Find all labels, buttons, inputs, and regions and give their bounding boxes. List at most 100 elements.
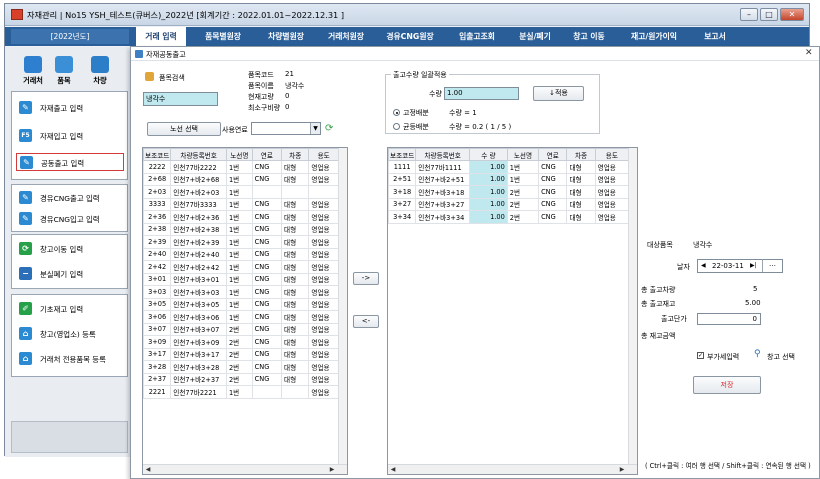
date-picker[interactable]: ◀ 22-03-11 ▶| …: [697, 259, 783, 273]
menu-loss-disposal[interactable]: 분실/폐기: [511, 27, 559, 46]
menu-reports[interactable]: 보고서: [695, 27, 735, 46]
bulk-qty-input[interactable]: 1.00: [444, 87, 519, 100]
menu-vehicle-ledger[interactable]: 차량별원장: [257, 27, 315, 46]
table-row[interactable]: 2+36 인천7+바2+36 1번 CNG 대형 영업용: [143, 210, 339, 224]
table-row[interactable]: 3+05 인천7+바3+05 1번 CNG 대형 영업용: [143, 297, 339, 311]
column-header[interactable]: 보조코드: [388, 148, 417, 161]
table-row[interactable]: 2+68 인천7+바2+68 1번 CNG 대형 영업용: [143, 172, 339, 186]
column-header[interactable]: 수 량: [469, 148, 508, 161]
refresh-icon[interactable]: ⟳: [325, 123, 333, 134]
move-right-button[interactable]: ->: [353, 272, 379, 285]
menu-cng-ledger[interactable]: 경유CNG원장: [377, 27, 443, 46]
table-cell[interactable]: 1.00: [469, 185, 508, 199]
table-row[interactable]: 3+09 인천7+바3+09 2번 CNG 대형 영업용: [143, 335, 339, 349]
vehicle-icon[interactable]: [91, 56, 109, 73]
horizontal-scrollbar[interactable]: ◀ ▶: [143, 464, 347, 474]
radio-fixed[interactable]: [393, 109, 400, 116]
table-row[interactable]: 3+28 인천7+바3+28 2번 CNG 대형 영업용: [143, 360, 339, 374]
nav-item-joint-out[interactable]: ✎ 공동출고 입력: [16, 153, 124, 171]
table-row[interactable]: 3+34 인천7+바3+34 1.00 2번 CNG 대형 영업용: [388, 210, 630, 224]
table-row[interactable]: 2+38 인천7+바2+38 1번 CNG 대형 영업용: [143, 222, 339, 236]
scroll-left-icon[interactable]: ◀: [388, 465, 398, 474]
vertical-scrollbar[interactable]: [338, 148, 347, 464]
column-header[interactable]: 차종: [281, 148, 310, 161]
nav-item-warehouse-register[interactable]: ⌂ 창고(영업소) 등록: [16, 325, 124, 343]
nav-item-client-items[interactable]: ⌂ 거래처 전용품목 등록: [16, 350, 124, 368]
vat-checkbox[interactable]: ✓: [697, 352, 704, 359]
route-select-button[interactable]: 노선 선택: [147, 122, 221, 136]
move-left-button[interactable]: <-: [353, 315, 379, 328]
table-row[interactable]: 3+07 인천7+바3+07 2번 CNG 대형 영업용: [143, 322, 339, 336]
table-row[interactable]: 3333 인천77바3333 1번 CNG 대형 영업용: [143, 197, 339, 211]
date-more-button[interactable]: …: [762, 259, 782, 272]
save-button[interactable]: 저장: [693, 376, 761, 394]
item-icon[interactable]: [55, 56, 73, 73]
table-row[interactable]: 2222 인천77바2222 1번 CNG 대형 영업용: [143, 160, 339, 174]
column-header[interactable]: 차종: [566, 148, 596, 161]
date-next-icon[interactable]: ▶|: [750, 261, 757, 271]
nav-item-warehouse-move[interactable]: ⟳ 창고이동 입력: [16, 240, 124, 258]
column-header[interactable]: 연료: [251, 148, 283, 161]
menu-trade-input[interactable]: 거래 입력: [136, 27, 186, 46]
menu-client-ledger[interactable]: 거래처원장: [317, 27, 375, 46]
nav-item-material-out[interactable]: ✎ 자재출고 입력: [16, 99, 124, 117]
nav-item-cng-out[interactable]: ✎ 경유CNG출고 입력: [16, 189, 124, 207]
table-row[interactable]: 3+01 인천7+바3+01 1번 CNG 대형 영업용: [143, 272, 339, 286]
menu-warehouse-move[interactable]: 창고 이동: [565, 27, 613, 46]
table-row[interactable]: 3+06 인천7+바3+06 1번 CNG 대형 영업용: [143, 310, 339, 324]
menu-item-ledger[interactable]: 품목별원장: [193, 27, 253, 46]
nav-item-base-stock[interactable]: ✐ 기초재고 입력: [16, 300, 124, 318]
date-prev-icon[interactable]: ◀: [701, 261, 706, 271]
vehicle-grid[interactable]: 보조코드 차량등록번호 노선명 연료 차종 용도 2222 인천77바2222 1번 CNG 대형…: [142, 147, 348, 475]
apply-button[interactable]: ↓적용: [533, 86, 584, 101]
column-header[interactable]: 노선명: [506, 148, 540, 161]
column-header[interactable]: 연료: [538, 148, 568, 161]
scroll-right-icon[interactable]: ▶: [327, 465, 337, 474]
menu-inout-query[interactable]: 입출고조회: [447, 27, 507, 46]
table-row[interactable]: 3+17 인천7+바3+17 2번 CNG 대형 영업용: [143, 347, 339, 361]
column-header[interactable]: 용도: [308, 148, 339, 161]
table-row[interactable]: 2+37 인천7+바2+37 2번 CNG 대형 영업용: [143, 372, 339, 386]
table-row[interactable]: 2+51 인천7+바2+51 1.00 1번 CNG 대형 영업용: [388, 172, 630, 186]
column-header[interactable]: 노선명: [225, 148, 253, 161]
warehouse-select-label[interactable]: 창고 선택: [767, 352, 795, 362]
nav-item-loss[interactable]: − 분실폐기 입력: [16, 265, 124, 283]
table-row[interactable]: 2+39 인천7+바2+39 1번 CNG 대형 영업용: [143, 235, 339, 249]
warehouse-search-icon[interactable]: ⚲: [754, 349, 761, 359]
radio-equal[interactable]: [393, 123, 400, 130]
chevron-down-icon[interactable]: ▼: [310, 123, 320, 134]
usage-select[interactable]: ▼: [251, 122, 321, 135]
table-cell[interactable]: 1.00: [469, 172, 508, 186]
client-icon[interactable]: [24, 56, 42, 73]
scroll-left-icon[interactable]: ◀: [143, 465, 153, 474]
table-cell[interactable]: 1.00: [469, 160, 508, 174]
column-header[interactable]: 차량등록번호: [415, 148, 471, 161]
table-row[interactable]: 2+03 인천7+바2+03 1번: [143, 185, 339, 199]
table-row[interactable]: 2+40 인천7+바2+40 1번 CNG 대형 영업용: [143, 247, 339, 261]
column-header[interactable]: 차량등록번호: [170, 148, 227, 161]
table-row[interactable]: 3+18 인천7+바3+18 1.00 2번 CNG 대형 영업용: [388, 185, 630, 199]
column-header[interactable]: 보조코드: [143, 148, 172, 161]
nav-item-material-in[interactable]: F5 자재입고 입력: [16, 127, 124, 145]
table-row[interactable]: 3+03 인천7+바3+03 1번 CNG 대형 영업용: [143, 285, 339, 299]
nav-item-cng-in[interactable]: ✎ 경유CNG입고 입력: [16, 210, 124, 228]
maximize-button[interactable]: □: [760, 8, 778, 21]
dialog-close-icon[interactable]: ✕: [805, 48, 813, 58]
unit-price-input[interactable]: 0: [697, 313, 761, 325]
column-header[interactable]: 용도: [594, 148, 630, 161]
table-row[interactable]: 3+27 인천7+바3+27 1.00 2번 CNG 대형 영업용: [388, 197, 630, 211]
table-cell[interactable]: 1.00: [469, 197, 508, 211]
menu-stock-profit[interactable]: 재고/원가이익: [621, 27, 687, 46]
top-button-item[interactable]: 품목: [49, 76, 79, 86]
table-row[interactable]: 1111 인천77바1111 1.00 1번 CNG 대형 영업용: [388, 160, 630, 174]
table-row[interactable]: 2221 인천77바2221 1번 영업용: [143, 385, 339, 399]
table-cell[interactable]: 1.00: [469, 210, 508, 224]
table-row[interactable]: 2+42 인천7+바2+42 1번 CNG 대형 영업용: [143, 260, 339, 274]
horizontal-scrollbar[interactable]: ◀ ▶: [388, 464, 637, 474]
close-button[interactable]: ✕: [780, 8, 804, 21]
top-button-vehicle[interactable]: 차량: [85, 76, 115, 86]
minimize-button[interactable]: –: [740, 8, 758, 21]
vertical-scrollbar[interactable]: [628, 148, 637, 464]
scroll-right-icon[interactable]: ▶: [617, 465, 627, 474]
top-button-client[interactable]: 거래처: [18, 76, 48, 86]
